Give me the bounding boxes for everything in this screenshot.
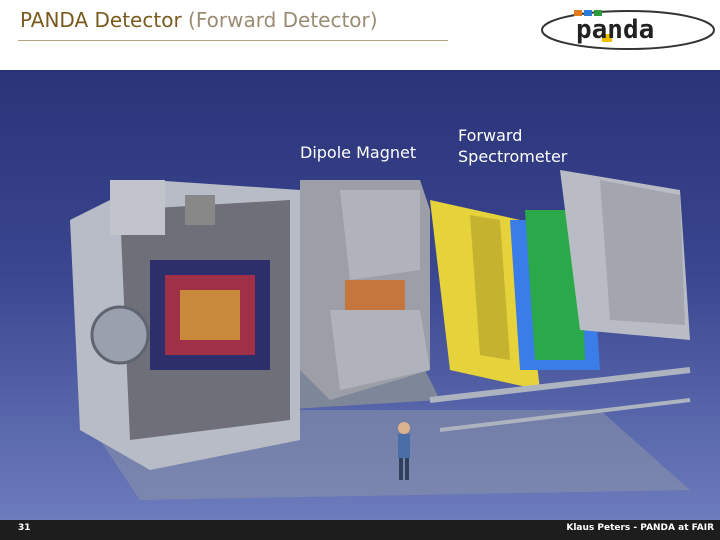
slide-title: PANDA Detector (Forward Detector) bbox=[20, 8, 378, 32]
slide-footer: 31 Klaus Peters - PANDA at FAIR bbox=[0, 520, 720, 540]
title-sub: (Forward Detector) bbox=[188, 8, 378, 32]
label-forward-line1: Forward bbox=[458, 126, 523, 145]
label-forward-line2: Spectrometer bbox=[458, 147, 568, 166]
label-forward-spectrometer: Forward Spectrometer bbox=[458, 125, 588, 167]
page-number: 31 bbox=[18, 523, 31, 533]
footer-credit: Klaus Peters - PANDA at FAIR bbox=[566, 523, 714, 533]
title-main: PANDA Detector bbox=[20, 8, 182, 32]
detector-figure: Dipole Magnet Forward Spectrometer bbox=[0, 70, 720, 520]
panda-logo: panda bbox=[541, 10, 715, 50]
title-underline bbox=[18, 40, 448, 41]
svg-text:panda: panda bbox=[576, 15, 654, 45]
detector-render bbox=[70, 170, 691, 500]
label-dipole-magnet: Dipole Magnet bbox=[300, 143, 417, 162]
